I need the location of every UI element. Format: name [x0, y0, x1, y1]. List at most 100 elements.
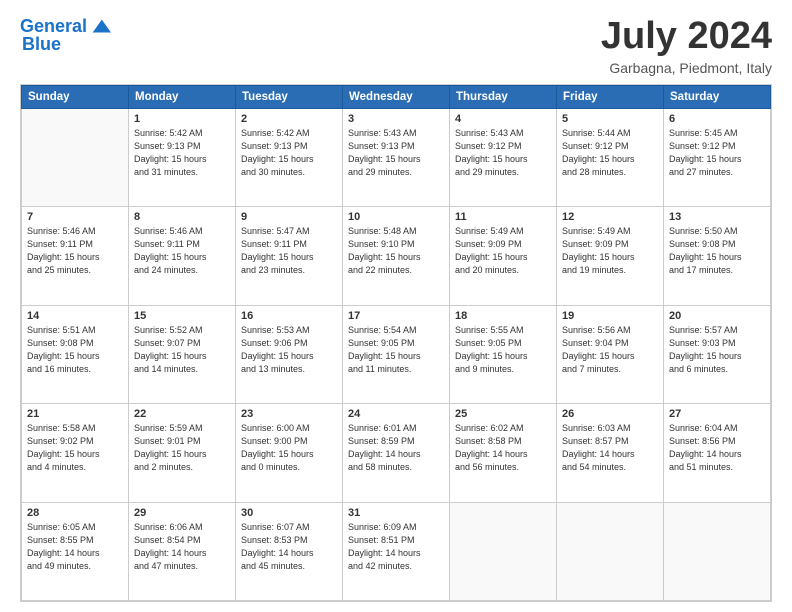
day-number: 5 — [562, 113, 658, 125]
day-info: Sunrise: 6:00 AM Sunset: 9:00 PM Dayligh… — [241, 422, 337, 474]
month-title: July 2024 — [601, 16, 772, 58]
day-number: 25 — [455, 408, 551, 420]
calendar-header: SundayMondayTuesdayWednesdayThursdayFrid… — [22, 85, 771, 108]
calendar-cell: 28Sunrise: 6:05 AM Sunset: 8:55 PM Dayli… — [22, 502, 129, 600]
day-number: 23 — [241, 408, 337, 420]
day-info: Sunrise: 6:01 AM Sunset: 8:59 PM Dayligh… — [348, 422, 444, 474]
day-info: Sunrise: 5:46 AM Sunset: 9:11 PM Dayligh… — [27, 225, 123, 277]
day-number: 26 — [562, 408, 658, 420]
day-info: Sunrise: 5:56 AM Sunset: 9:04 PM Dayligh… — [562, 324, 658, 376]
day-info: Sunrise: 6:02 AM Sunset: 8:58 PM Dayligh… — [455, 422, 551, 474]
logo-icon — [89, 16, 111, 38]
calendar-cell: 12 Sunrise: 5:49 AM Sunset: 9:09 PM Dayli… — [557, 207, 664, 305]
logo-blue: Blue — [22, 34, 61, 55]
calendar-cell: 26 Sunrise: 6:03 AM Sunset: 8:57 PM Dayli… — [557, 404, 664, 502]
calendar-table: SundayMondayTuesdayWednesdayThursdayFrid… — [21, 85, 771, 601]
calendar-cell: 3Sunrise: 5:43 AM Sunset: 9:13 PM Daylig… — [343, 108, 450, 206]
calendar-cell: 7 Sunrise: 5:46 AM Sunset: 9:11 PM Daylig… — [22, 207, 129, 305]
calendar-cell: 17 Sunrise: 5:54 AM Sunset: 9:05 PM Dayli… — [343, 305, 450, 403]
calendar-week-row: 14Sunrise: 5:51 AM Sunset: 9:08 PM Dayli… — [22, 305, 771, 403]
day-number: 13 — [669, 211, 765, 223]
calendar-cell: 14Sunrise: 5:51 AM Sunset: 9:08 PM Dayli… — [22, 305, 129, 403]
calendar-cell: 10Sunrise: 5:48 AM Sunset: 9:10 PM Dayli… — [343, 207, 450, 305]
day-info: Sunrise: 5:50 AM Sunset: 9:08 PM Dayligh… — [669, 225, 765, 277]
day-info: Sunrise: 5:54 AM Sunset: 9:05 PM Dayligh… — [348, 324, 444, 376]
day-number: 8 — [134, 211, 230, 223]
day-info: Sunrise: 5:52 AM Sunset: 9:07 PM Dayligh… — [134, 324, 230, 376]
calendar-cell: 1Sunrise: 5:42 AM Sunset: 9:13 PM Daylig… — [129, 108, 236, 206]
calendar-cell: 6 Sunrise: 5:45 AM Sunset: 9:12 PM Daylig… — [664, 108, 771, 206]
calendar-cell: 24 Sunrise: 6:01 AM Sunset: 8:59 PM Dayli… — [343, 404, 450, 502]
calendar-cell: 21 Sunrise: 5:58 AM Sunset: 9:02 PM Dayli… — [22, 404, 129, 502]
day-info: Sunrise: 5:48 AM Sunset: 9:10 PM Dayligh… — [348, 225, 444, 277]
day-info: Sunrise: 6:07 AM Sunset: 8:53 PM Dayligh… — [241, 521, 337, 573]
day-number: 22 — [134, 408, 230, 420]
calendar-cell — [450, 502, 557, 600]
day-info: Sunrise: 5:42 AM Sunset: 9:13 PM Dayligh… — [241, 127, 337, 179]
day-number: 17 — [348, 310, 444, 322]
calendar-cell: 25 Sunrise: 6:02 AM Sunset: 8:58 PM Dayli… — [450, 404, 557, 502]
calendar-week-row: 28Sunrise: 6:05 AM Sunset: 8:55 PM Dayli… — [22, 502, 771, 600]
calendar-cell: 29 Sunrise: 6:06 AM Sunset: 8:54 PM Dayli… — [129, 502, 236, 600]
day-info: Sunrise: 5:49 AM Sunset: 9:09 PM Dayligh… — [562, 225, 658, 277]
day-number: 7 — [27, 211, 123, 223]
calendar-cell: 22 Sunrise: 5:59 AM Sunset: 9:01 PM Dayli… — [129, 404, 236, 502]
calendar-cell: 19Sunrise: 5:56 AM Sunset: 9:04 PM Dayli… — [557, 305, 664, 403]
weekday-row: SundayMondayTuesdayWednesdayThursdayFrid… — [22, 85, 771, 108]
day-number: 21 — [27, 408, 123, 420]
day-number: 18 — [455, 310, 551, 322]
calendar-cell: 8Sunrise: 5:46 AM Sunset: 9:11 PM Daylig… — [129, 207, 236, 305]
day-number: 20 — [669, 310, 765, 322]
title-block: July 2024 Garbagna, Piedmont, Italy — [601, 16, 772, 76]
day-info: Sunrise: 5:58 AM Sunset: 9:02 PM Dayligh… — [27, 422, 123, 474]
calendar-cell: 31Sunrise: 6:09 AM Sunset: 8:51 PM Dayli… — [343, 502, 450, 600]
weekday-header: Monday — [129, 85, 236, 108]
calendar-week-row: 21 Sunrise: 5:58 AM Sunset: 9:02 PM Dayli… — [22, 404, 771, 502]
day-info: Sunrise: 6:03 AM Sunset: 8:57 PM Dayligh… — [562, 422, 658, 474]
weekday-header: Sunday — [22, 85, 129, 108]
day-info: Sunrise: 6:06 AM Sunset: 8:54 PM Dayligh… — [134, 521, 230, 573]
day-info: Sunrise: 5:49 AM Sunset: 9:09 PM Dayligh… — [455, 225, 551, 277]
day-number: 14 — [27, 310, 123, 322]
calendar-cell: 30 Sunrise: 6:07 AM Sunset: 8:53 PM Dayli… — [236, 502, 343, 600]
day-number: 4 — [455, 113, 551, 125]
page: General Blue July 2024 Garbagna, Piedmon… — [0, 0, 792, 612]
day-number: 29 — [134, 507, 230, 519]
weekday-header: Tuesday — [236, 85, 343, 108]
day-info: Sunrise: 5:55 AM Sunset: 9:05 PM Dayligh… — [455, 324, 551, 376]
day-number: 15 — [134, 310, 230, 322]
day-info: Sunrise: 6:04 AM Sunset: 8:56 PM Dayligh… — [669, 422, 765, 474]
calendar-cell — [22, 108, 129, 206]
day-number: 6 — [669, 113, 765, 125]
calendar-cell: 27 Sunrise: 6:04 AM Sunset: 8:56 PM Dayli… — [664, 404, 771, 502]
calendar-cell: 2Sunrise: 5:42 AM Sunset: 9:13 PM Daylig… — [236, 108, 343, 206]
day-number: 3 — [348, 113, 444, 125]
logo: General Blue — [20, 16, 111, 55]
calendar: SundayMondayTuesdayWednesdayThursdayFrid… — [20, 84, 772, 602]
weekday-header: Thursday — [450, 85, 557, 108]
weekday-header: Friday — [557, 85, 664, 108]
calendar-week-row: 7 Sunrise: 5:46 AM Sunset: 9:11 PM Daylig… — [22, 207, 771, 305]
calendar-body: 1 Sunrise: 5:42 AM Sunset: 9:13 PM Daylig… — [22, 108, 771, 600]
day-info: Sunrise: 5:53 AM Sunset: 9:06 PM Dayligh… — [241, 324, 337, 376]
day-number: 11 — [455, 211, 551, 223]
day-number: 9 — [241, 211, 337, 223]
day-info: Sunrise: 5:45 AM Sunset: 9:12 PM Dayligh… — [669, 127, 765, 179]
day-info: Sunrise: 5:47 AM Sunset: 9:11 PM Dayligh… — [241, 225, 337, 277]
day-info: Sunrise: 6:05 AM Sunset: 8:55 PM Dayligh… — [27, 521, 123, 573]
day-number: 31 — [348, 507, 444, 519]
calendar-cell: 11 Sunrise: 5:49 AM Sunset: 9:09 PM Dayli… — [450, 207, 557, 305]
calendar-cell — [664, 502, 771, 600]
day-number: 27 — [669, 408, 765, 420]
day-number: 1 — [134, 113, 230, 125]
day-number: 12 — [562, 211, 658, 223]
weekday-header: Wednesday — [343, 85, 450, 108]
day-info: Sunrise: 5:43 AM Sunset: 9:12 PM Dayligh… — [455, 127, 551, 179]
day-number: 30 — [241, 507, 337, 519]
day-number: 16 — [241, 310, 337, 322]
calendar-cell: 20Sunrise: 5:57 AM Sunset: 9:03 PM Dayli… — [664, 305, 771, 403]
day-info: Sunrise: 5:59 AM Sunset: 9:01 PM Dayligh… — [134, 422, 230, 474]
calendar-cell: 15 Sunrise: 5:52 AM Sunset: 9:07 PM Dayli… — [129, 305, 236, 403]
day-number: 24 — [348, 408, 444, 420]
calendar-cell: 23 Sunrise: 6:00 AM Sunset: 9:00 PM Dayli… — [236, 404, 343, 502]
